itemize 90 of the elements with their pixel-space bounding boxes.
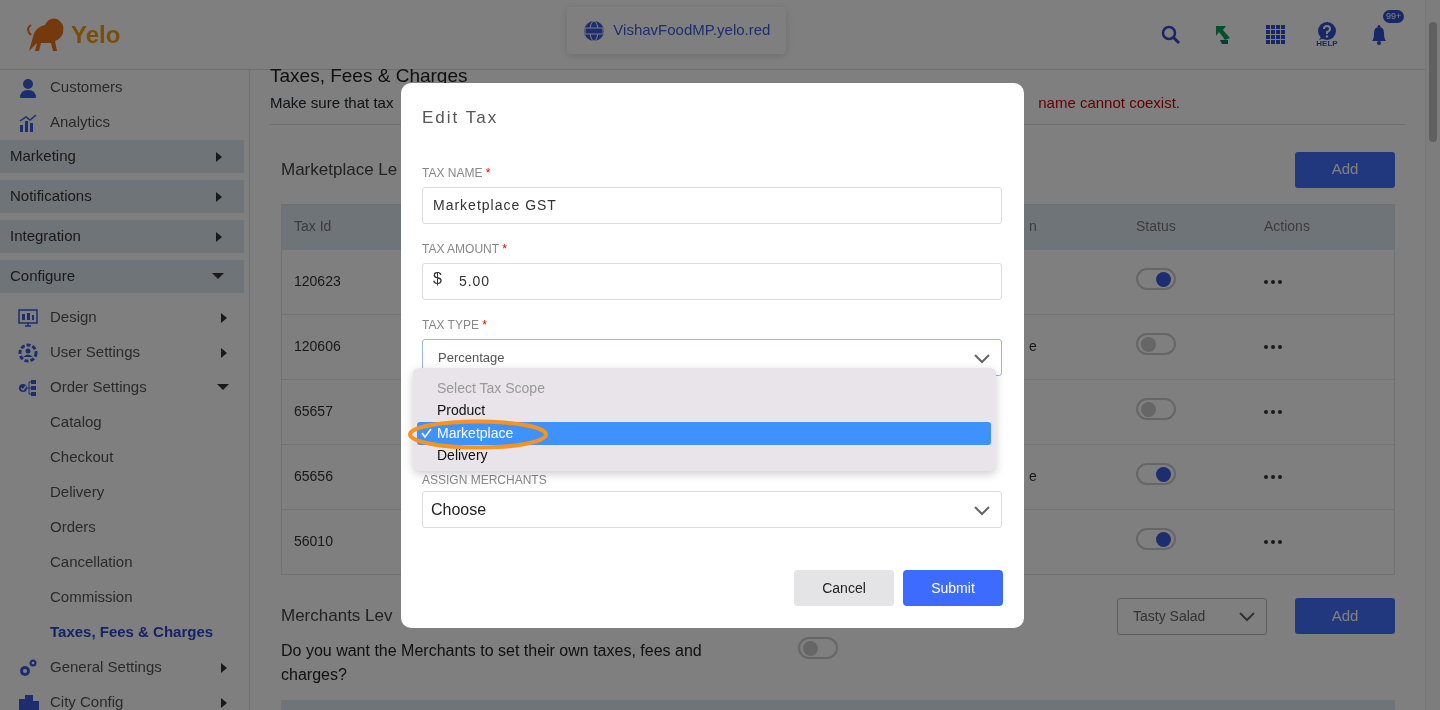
- dropdown-option[interactable]: Delivery: [417, 444, 991, 467]
- add-button[interactable]: Add: [1295, 151, 1395, 188]
- sidebar-link[interactable]: Orders: [0, 510, 249, 545]
- user-gear-icon: [18, 342, 40, 363]
- column-header: n: [1029, 218, 1037, 234]
- field-label: TAX TYPE: [422, 318, 479, 332]
- select-field[interactable]: Choose: [422, 491, 1002, 528]
- column-header: Tax Id: [294, 218, 332, 234]
- cancel-button[interactable]: Cancel: [794, 570, 894, 606]
- merchant-select[interactable]: Tasty Salad: [1117, 597, 1267, 635]
- more-icon[interactable]: [1264, 345, 1282, 350]
- logo-text: Yelo: [71, 19, 121, 50]
- sidebar-item[interactable]: User Settings: [0, 335, 249, 370]
- table-cell: 120623: [294, 273, 341, 289]
- grid-icon[interactable]: [1265, 25, 1285, 44]
- required-mark: *: [485, 166, 491, 180]
- section-heading: Marketplace Le: [281, 158, 398, 181]
- page-title: Taxes, Fees & Charges: [270, 64, 469, 88]
- modal-title: Edit Tax: [422, 108, 500, 128]
- toggle-switch[interactable]: [1136, 527, 1176, 550]
- sidebar-section[interactable]: Notifications: [0, 180, 244, 213]
- sidebar-item[interactable]: Customers: [0, 70, 249, 105]
- sidebar-link[interactable]: Catalog: [0, 405, 249, 440]
- sidebar-item[interactable]: Order Settings: [0, 370, 249, 405]
- field-label: TAX AMOUNT: [422, 242, 499, 256]
- input-field[interactable]: $ 5.00: [422, 263, 1002, 300]
- question-text: Do you want the Merchants to set their own taxes, fees and charges?: [281, 640, 703, 685]
- caret-right-icon: [219, 661, 229, 674]
- chart-icon: [18, 112, 38, 133]
- caret-right-icon: [219, 346, 229, 359]
- bell-icon[interactable]: [1369, 23, 1389, 46]
- caret-right-icon: [214, 150, 224, 163]
- sidebar-link[interactable]: Cancellation: [0, 545, 249, 580]
- monitor-icon: [18, 307, 40, 328]
- sidebar-section[interactable]: Marketing: [0, 140, 244, 173]
- notice-text: Make sure that tax: [270, 93, 394, 113]
- more-icon[interactable]: [1264, 410, 1282, 415]
- chevron-down-icon: [1238, 609, 1256, 623]
- caret-right-icon: [219, 311, 229, 324]
- table-cell: e: [1029, 468, 1037, 484]
- column-header: Actions: [1264, 218, 1310, 234]
- field-label: ASSIGN MERCHANTS: [422, 473, 548, 487]
- submit-button[interactable]: Submit: [903, 570, 1003, 606]
- help-icon[interactable]: [1317, 21, 1337, 40]
- person-icon: [18, 77, 38, 98]
- help-label[interactable]: HELP: [1316, 39, 1338, 48]
- column-header: Status: [1136, 218, 1176, 234]
- table-cell: e: [1029, 338, 1037, 354]
- section-heading: Merchants Lev: [281, 605, 393, 628]
- check-icon: [421, 428, 432, 438]
- sidebar-link[interactable]: Taxes, Fees & Charges: [0, 615, 249, 650]
- search-icon[interactable]: [1161, 24, 1181, 45]
- sidebar-section[interactable]: Configure: [0, 260, 244, 293]
- scrollbar[interactable]: [1425, 0, 1440, 710]
- toggle-switch[interactable]: [1136, 462, 1176, 485]
- sidebar-item[interactable]: General Settings: [0, 650, 249, 685]
- toggle-switch[interactable]: [1136, 332, 1176, 355]
- toggle-switch[interactable]: [1136, 267, 1176, 290]
- globe-icon: [583, 19, 606, 42]
- table-cell: 120606: [294, 338, 341, 354]
- notification-badge: 99+: [1383, 9, 1405, 23]
- more-icon[interactable]: [1264, 280, 1282, 285]
- required-mark: *: [482, 318, 487, 332]
- toggle-switch[interactable]: [1136, 397, 1176, 420]
- add-button[interactable]: Add: [1295, 598, 1395, 634]
- table-cell: 65656: [294, 468, 333, 484]
- sidebar-item[interactable]: Analytics: [0, 105, 249, 140]
- domain-badge[interactable]: VishavFoodMP.yelo.red: [567, 7, 787, 54]
- dropdown-option: Select Tax Scope: [417, 377, 991, 400]
- table-cell: 65657: [294, 403, 333, 419]
- dropdown-option[interactable]: Product: [417, 399, 991, 422]
- caret-right-icon: [214, 190, 224, 203]
- sidebar-item[interactable]: City Config: [0, 685, 249, 710]
- caret-right-icon: [219, 696, 229, 709]
- table-cell: 56010: [294, 533, 333, 549]
- pointer-icon[interactable]: [1214, 23, 1232, 46]
- field-label: TAX NAME: [422, 166, 483, 180]
- caret-right-icon: [214, 230, 224, 243]
- more-icon[interactable]: [1264, 540, 1282, 545]
- sidebar-link[interactable]: Commission: [0, 580, 249, 615]
- required-mark: *: [502, 242, 507, 256]
- input-field[interactable]: Marketplace GST: [422, 187, 1002, 224]
- warning-text: name cannot coexist.: [1038, 93, 1180, 113]
- sidebar-section[interactable]: Integration: [0, 220, 244, 253]
- more-icon[interactable]: [1264, 475, 1282, 480]
- buildings-icon: [18, 692, 40, 710]
- sidebar-link[interactable]: Checkout: [0, 440, 249, 475]
- toggle-switch[interactable]: [798, 636, 838, 659]
- sidebar-item[interactable]: Design: [0, 300, 249, 335]
- sidebar-link[interactable]: Delivery: [0, 475, 249, 510]
